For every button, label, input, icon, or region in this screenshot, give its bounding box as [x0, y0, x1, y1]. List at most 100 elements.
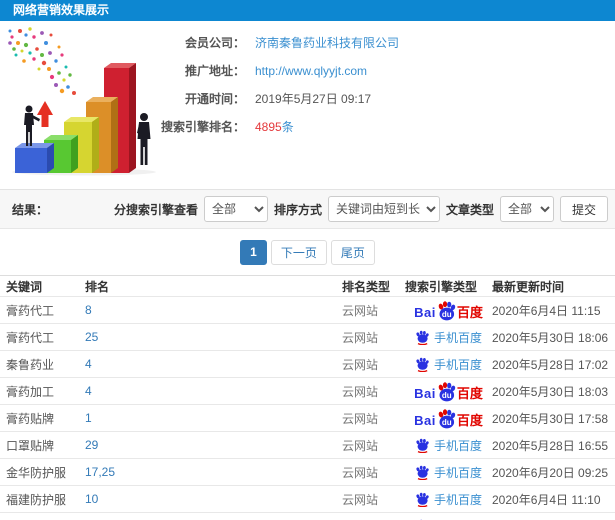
page-button-current[interactable]: 1 — [240, 239, 267, 265]
keyword-cell: 膏药代工 — [6, 303, 55, 318]
keyword-cell: 膏药代工 — [6, 330, 55, 345]
baidu-logo: Bai du 百度 — [414, 409, 483, 429]
updated-cell: 2020年6月4日 11:15 — [492, 303, 601, 318]
mobile-baidu-paw-icon — [416, 492, 429, 507]
ranking-count-unit: 条 — [281, 120, 294, 134]
opened-time-value: 2019年5月27日 09:17 — [255, 92, 372, 106]
pagination-area: 1 下一页 尾页 — [0, 229, 615, 275]
article-type-label: 文章类型 — [445, 202, 494, 217]
updated-cell: 2020年5月30日 18:06 — [492, 330, 609, 345]
mobile-baidu-logo: 手机百度 — [415, 491, 482, 508]
sort-filter-select[interactable]: 关键词由短到长排序 — [327, 196, 440, 222]
article-type-select[interactable]: 全部 — [499, 196, 554, 222]
table-row: 秦鲁药业 4 云网站 手机百度 2020年5月28日 17:02 — [0, 350, 615, 377]
keyword-ranking-table: 关键词 排名 排名类型 搜索引擎类型 最新更新时间 膏药代工 8 云网站 Bai… — [0, 275, 615, 520]
rank-type-cell: 云网站 — [342, 492, 379, 507]
rank-link[interactable]: 1 — [85, 411, 92, 425]
baidu-logo-cn-text: 百度 — [456, 305, 483, 320]
mobile-baidu-label: 手机百度 — [433, 492, 482, 507]
keyword-cell: 膏药加工 — [6, 384, 55, 399]
info-row-opened: 开通时间： 2019年5月27日 09:17 — [150, 90, 399, 107]
engine-cell: 手机百度 — [405, 329, 492, 346]
results-section-label: 结果： — [12, 202, 49, 217]
engine-cell: 手机百度 — [405, 491, 492, 508]
keyword-cell: 金华防护服 — [6, 465, 67, 480]
mobile-baidu-label: 手机百度 — [433, 330, 482, 345]
rank-type-cell: 云网站 — [342, 438, 379, 453]
opened-time-label: 开通时间： — [184, 92, 245, 106]
updated-cell: 2020年5月28日 16:55 — [492, 438, 609, 453]
info-row-ranking: 搜索引擎排名： 4895条 — [150, 118, 399, 135]
svg-text:du: du — [442, 391, 452, 400]
table-row: 福建防护服 10 云网站 手机百度 2020年6月4日 11:10 — [0, 485, 615, 512]
engine-filter-label: 分搜索引擎查看 — [113, 202, 198, 217]
updated-cell: 2020年5月30日 18:03 — [492, 384, 609, 399]
pagination: 1 下一页 尾页 — [240, 239, 375, 265]
growth-arrow-icon — [37, 101, 53, 127]
confetti-dots — [8, 27, 76, 95]
baidu-logo-cn-text: 百度 — [456, 413, 483, 428]
mobile-baidu-logo: 手机百度 — [415, 437, 482, 454]
info-row-company: 会员公司： 济南秦鲁药业科技有限公司 — [150, 34, 399, 51]
engine-cell: 手机百度 — [405, 356, 492, 373]
engine-cell: 手机百度 — [405, 464, 492, 481]
rank-link[interactable]: 25 — [85, 330, 98, 344]
promo-url-label: 推广地址： — [184, 64, 245, 78]
col-header-rank: 排名 — [85, 279, 110, 294]
rank-link[interactable]: 4 — [85, 384, 92, 398]
mobile-baidu-paw-icon — [416, 438, 429, 453]
submit-button[interactable]: 提交 — [559, 196, 608, 222]
engine-cell: Bai du 百度 — [405, 409, 492, 429]
window-titlebar: 网络营销效果展示 — [0, 0, 615, 21]
rank-link[interactable]: 4 — [85, 357, 92, 371]
col-header-rank-type: 排名类型 — [342, 279, 391, 294]
rank-type-cell: 云网站 — [342, 384, 379, 399]
rank-link[interactable]: 29 — [85, 438, 98, 452]
baidu-paw-icon: du — [438, 382, 456, 402]
updated-cell: 2020年5月28日 17:02 — [492, 357, 609, 372]
ranking-count-label: 搜索引擎排名： — [160, 120, 245, 134]
bar-chart-illustration — [8, 27, 156, 176]
info-row-url: 推广地址： http://www.qlyyjt.com — [150, 62, 399, 79]
svg-text:du: du — [442, 418, 452, 427]
bar-blue — [15, 143, 54, 173]
keyword-cell: 口罩贴牌 — [6, 438, 55, 453]
company-link[interactable]: 济南秦鲁药业科技有限公司 — [255, 36, 399, 50]
rank-type-cell: 云网站 — [342, 411, 379, 426]
table-row: 膏药代工 8 云网站 Bai du 百度 2020年6月4日 11:15 — [0, 296, 615, 323]
rank-type-cell: 云网站 — [342, 330, 379, 345]
engine-cell: Bai du 百度 — [405, 382, 492, 402]
rank-link[interactable]: 10 — [85, 492, 98, 506]
col-header-keyword: 关键词 — [6, 279, 43, 294]
mobile-baidu-logo: 手机百度 — [415, 329, 482, 346]
baidu-paw-icon: du — [438, 301, 456, 321]
mobile-baidu-label: 手机百度 — [433, 465, 482, 480]
keyword-cell: 福建防护服 — [6, 492, 67, 507]
ranking-count-value: 4895 — [255, 120, 282, 134]
col-header-updated: 最新更新时间 — [492, 279, 565, 294]
keyword-cell: 秦鲁药业 — [6, 357, 55, 372]
table-row: 膏药代工 25 云网站 手机百度 2020年5月30日 18:06 — [0, 323, 615, 350]
businessman-right — [137, 113, 151, 165]
updated-cell: 2020年5月30日 17:58 — [492, 411, 609, 426]
engine-cell: 手机百度 — [405, 437, 492, 454]
engine-filter-select[interactable]: 全部 — [203, 196, 268, 222]
account-info-section: 会员公司： 济南秦鲁药业科技有限公司 推广地址： http://www.qlyy… — [0, 21, 615, 189]
rank-link[interactable]: 17,25 — [85, 465, 115, 479]
col-header-engine-type: 搜索引擎类型 — [405, 279, 478, 294]
rank-type-cell: 云网站 — [342, 357, 379, 372]
page-button-next[interactable]: 下一页 — [270, 239, 327, 265]
baidu-logo-cn-text: 百度 — [456, 386, 483, 401]
rank-link[interactable]: 8 — [85, 303, 92, 317]
promo-url-link[interactable]: http://www.qlyyjt.com — [255, 64, 367, 78]
mobile-baidu-label: 手机百度 — [433, 438, 482, 453]
baidu-logo: Bai du 百度 — [414, 301, 483, 321]
mobile-baidu-paw-icon — [416, 465, 429, 480]
page-button-last[interactable]: 尾页 — [330, 239, 375, 265]
baidu-paw-icon: du — [438, 409, 456, 429]
engine-cell: Bai du 百度 — [405, 301, 492, 321]
page-title: 网络营销效果展示 — [13, 3, 110, 17]
mobile-baidu-paw-icon — [416, 357, 429, 372]
table-row-partial: 手机百度 — [0, 512, 615, 520]
rank-type-cell: 云网站 — [342, 465, 379, 480]
